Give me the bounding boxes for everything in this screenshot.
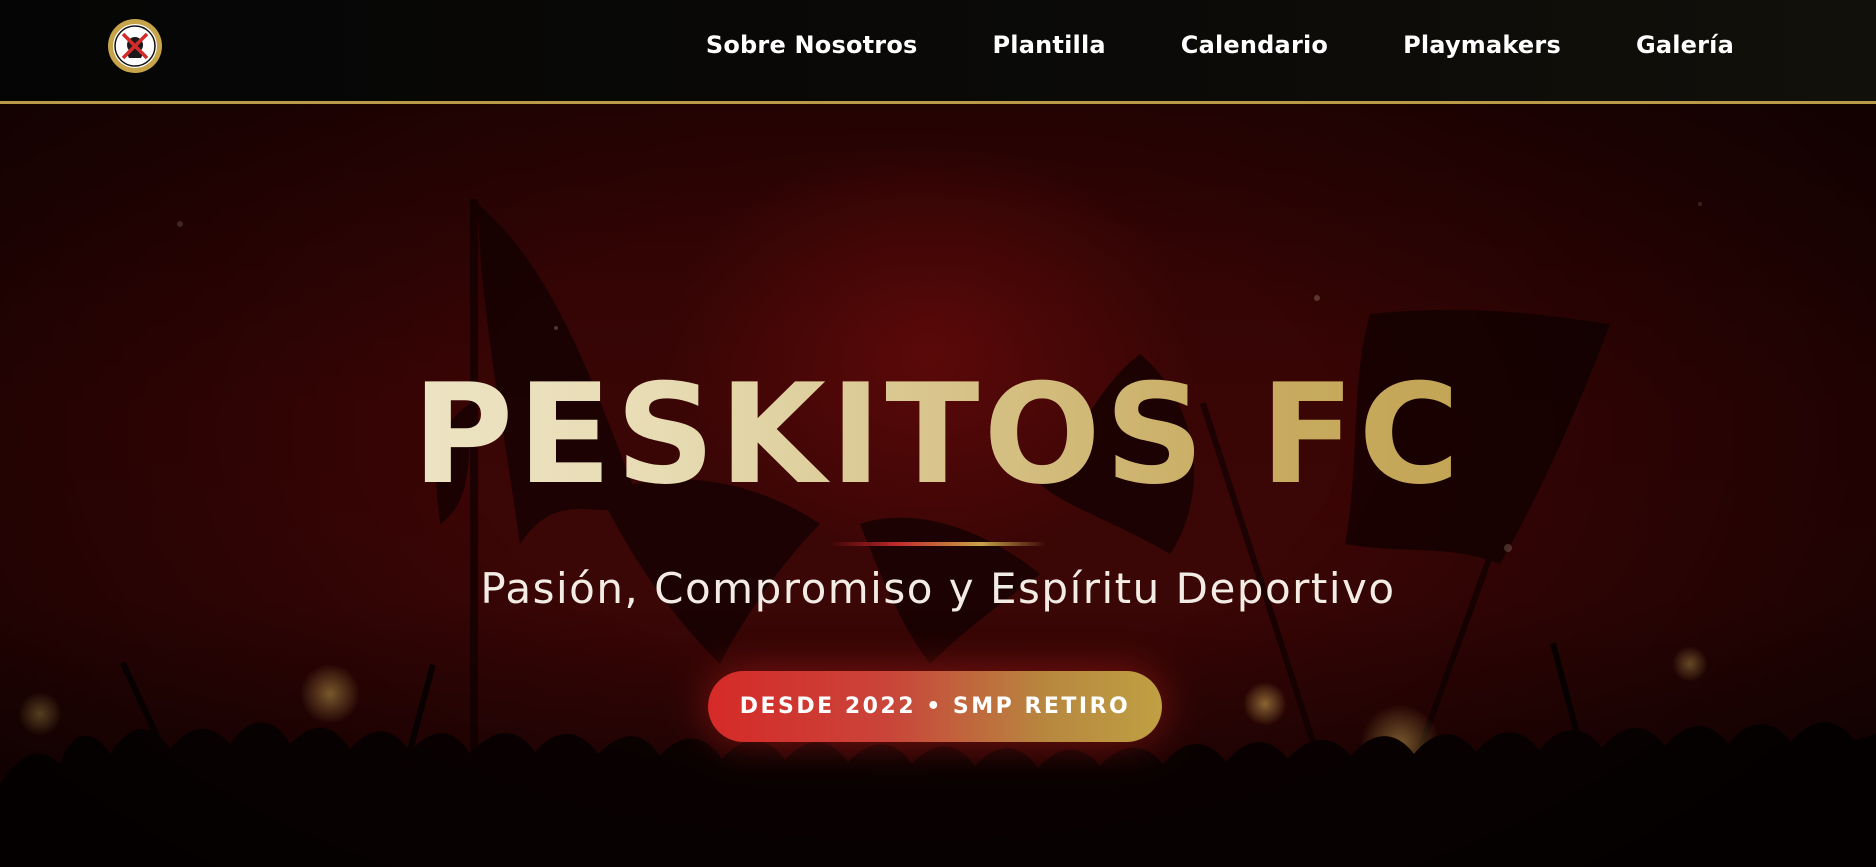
peskitos-crest-icon [113, 24, 157, 68]
hero-subtitle: Pasión, Compromiso y Espíritu Deportivo [480, 564, 1396, 613]
founded-badge[interactable]: DESDE 2022 • SMP RETIRO [708, 671, 1162, 742]
nav-link-playmakers[interactable]: Playmakers [1403, 31, 1561, 59]
page: Sobre Nosotros Plantilla Calendario Play… [0, 0, 1876, 867]
hero-section: PESKITOS FC Pasión, Compromiso y Espírit… [0, 104, 1876, 867]
hero-divider [830, 542, 1046, 546]
hero-title: PESKITOS FC [0, 366, 1876, 504]
nav-link-calendario[interactable]: Calendario [1181, 31, 1328, 59]
nav-link-plantilla[interactable]: Plantilla [993, 31, 1106, 59]
club-logo[interactable] [108, 19, 162, 73]
main-nav: Sobre Nosotros Plantilla Calendario Play… [706, 0, 1734, 90]
top-navbar: Sobre Nosotros Plantilla Calendario Play… [0, 0, 1876, 104]
nav-link-sobre-nosotros[interactable]: Sobre Nosotros [706, 31, 918, 59]
nav-link-galeria[interactable]: Galería [1636, 31, 1734, 59]
